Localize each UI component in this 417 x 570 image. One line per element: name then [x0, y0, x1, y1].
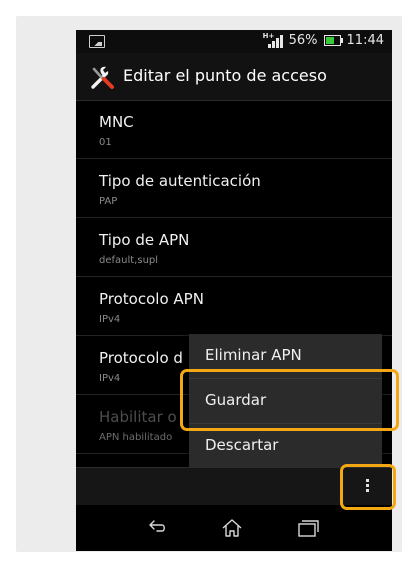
menu-item-label: Guardar: [205, 391, 267, 409]
menu-item-delete-apn[interactable]: Eliminar APN: [189, 334, 382, 378]
setting-value: APN habilitado: [99, 432, 173, 443]
signal-icon: H+: [262, 31, 283, 48]
status-bar: H+ 56% 11:44: [76, 30, 392, 53]
setting-value: PAP: [99, 196, 118, 207]
menu-item-label: Descartar: [205, 436, 279, 454]
setting-mnc[interactable]: MNC 01: [76, 100, 392, 159]
setting-title: Tipo de APN: [99, 231, 190, 249]
menu-item-save[interactable]: Guardar: [189, 378, 382, 423]
network-type: H+: [262, 31, 275, 40]
setting-title: Tipo de autenticación: [99, 172, 261, 190]
page-title: Editar el punto de acceso: [123, 66, 327, 85]
setting-auth-type[interactable]: Tipo de autenticación PAP: [76, 159, 392, 218]
setting-title: Protocolo d: [99, 349, 183, 367]
setting-apn-type[interactable]: Tipo de APN default,supl: [76, 218, 392, 277]
overflow-popup-menu: Eliminar APN Guardar Descartar: [189, 334, 382, 467]
battery-percent: 56%: [288, 33, 318, 48]
image-notification-icon: [89, 35, 105, 48]
setting-title: Habilitar o: [99, 408, 177, 426]
setting-value: default,supl: [99, 255, 159, 266]
recent-apps-icon[interactable]: [296, 516, 320, 540]
overflow-menu-button[interactable]: [344, 467, 392, 505]
phone-screen: H+ 56% 11:44 Editar el punto de acceso M…: [76, 30, 392, 551]
navigation-bar: [76, 505, 392, 551]
setting-title: MNC: [99, 113, 134, 131]
menu-item-discard[interactable]: Descartar: [189, 423, 382, 468]
menu-item-label: Eliminar APN: [205, 346, 302, 364]
battery-icon: [323, 35, 343, 46]
tools-icon[interactable]: [90, 64, 116, 90]
action-bar: Editar el punto de acceso: [76, 53, 392, 101]
setting-apn-protocol[interactable]: Protocolo APN IPv4: [76, 277, 392, 336]
setting-value: 01: [99, 137, 112, 148]
setting-value: IPv4: [99, 373, 121, 384]
overflow-menu-icon: [366, 479, 369, 493]
clock: 11:44: [346, 33, 384, 48]
setting-title: Protocolo APN: [99, 290, 204, 308]
back-icon[interactable]: [145, 516, 169, 540]
home-icon[interactable]: [220, 516, 244, 540]
setting-value: IPv4: [99, 314, 121, 325]
